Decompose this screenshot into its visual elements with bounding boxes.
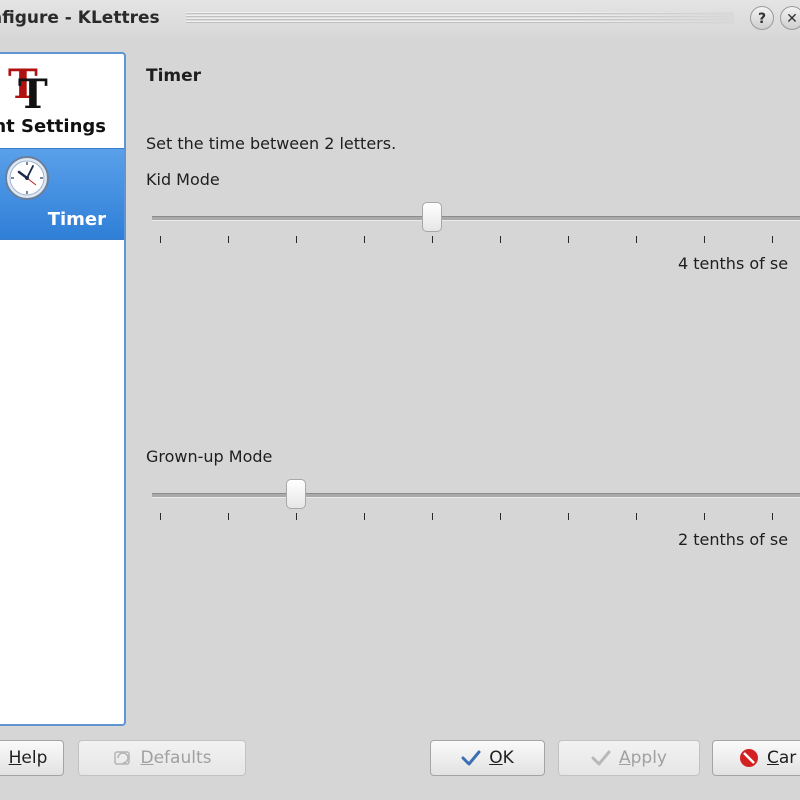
sidebar-item-label: Timer: [47, 209, 106, 230]
defaults-icon: [113, 748, 133, 768]
grownup-mode-value: 2 tenths of se: [678, 530, 789, 549]
cancel-button[interactable]: Car: [712, 740, 800, 776]
kid-mode-value: 4 tenths of se: [678, 254, 789, 273]
ok-mnemonic: O: [489, 748, 503, 768]
font-tt-icon: T T: [6, 60, 54, 118]
slider-tick: [772, 513, 773, 520]
cancel-label: ar: [778, 748, 797, 768]
apply-button[interactable]: Apply: [558, 740, 700, 776]
title-bar-decoration: [186, 12, 734, 24]
slider-groove: [152, 216, 800, 221]
slider-tick: [500, 236, 501, 243]
help-mnemonic: H: [8, 748, 22, 768]
slider-groove: [152, 493, 800, 498]
slider-tick: [636, 513, 637, 520]
slider-tick: [296, 513, 297, 520]
ok-label: K: [502, 748, 514, 768]
slider-tick: [432, 513, 433, 520]
window-title: nfigure - KLettres: [0, 8, 160, 28]
slider-tick: [364, 513, 365, 520]
slider-tick: [228, 236, 229, 243]
page-title: Timer: [146, 66, 202, 86]
slider-tick: [568, 513, 569, 520]
svg-text:T: T: [18, 71, 48, 110]
apply-mnemonic: A: [618, 748, 631, 768]
kid-mode-label: Kid Mode: [146, 170, 220, 189]
slider-tick: [772, 236, 773, 243]
slider-tick: [160, 236, 161, 243]
slider-tick: [160, 513, 161, 520]
kid-mode-slider[interactable]: [152, 200, 800, 260]
slider-tick: [636, 236, 637, 243]
cancel-icon: [739, 748, 759, 768]
grownup-mode-label: Grown-up Mode: [146, 447, 273, 466]
apply-label: pply: [630, 748, 667, 768]
clock-icon: [4, 155, 50, 201]
ok-button[interactable]: OK: [430, 740, 545, 776]
defaults-label: efaults: [153, 748, 212, 768]
slider-tick: [364, 236, 365, 243]
close-window-button[interactable]: ✕: [780, 6, 800, 30]
help-label: elp: [21, 748, 48, 768]
check-icon: [461, 748, 481, 768]
slider-tick: [228, 513, 229, 520]
grownup-mode-slider[interactable]: [152, 477, 800, 537]
cancel-mnemonic: C: [767, 748, 779, 768]
slider-tick: [704, 513, 705, 520]
help-question-button[interactable]: ?: [750, 6, 774, 30]
title-bar[interactable]: nfigure - KLettres ? ✕: [0, 0, 800, 36]
slider-tick: [500, 513, 501, 520]
slider-tick: [432, 236, 433, 243]
sidebar-item-timer[interactable]: Timer: [0, 148, 124, 240]
slider-tick: [296, 236, 297, 243]
defaults-mnemonic: D: [140, 748, 154, 768]
check-icon: [591, 748, 611, 768]
defaults-button[interactable]: Defaults: [78, 740, 246, 776]
grownup-mode-slider-handle[interactable]: [286, 479, 306, 509]
kid-mode-slider-handle[interactable]: [422, 202, 442, 232]
sidebar-item-font-settings[interactable]: T T Font Settings: [0, 54, 124, 144]
slider-tick: [704, 236, 705, 243]
timer-description: Set the time between 2 letters.: [146, 134, 397, 153]
page-list-sidebar[interactable]: T T Font Settings Timer: [0, 52, 126, 726]
sidebar-item-label: Font Settings: [0, 116, 106, 137]
slider-tick: [568, 236, 569, 243]
help-button[interactable]: Help: [0, 740, 64, 776]
